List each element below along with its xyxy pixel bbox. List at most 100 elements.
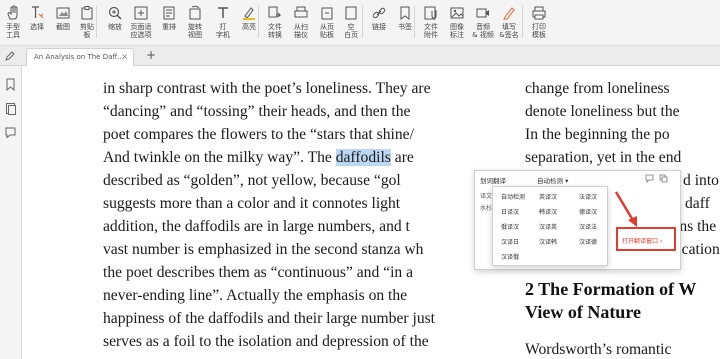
label-translation: 译文 — [480, 193, 493, 200]
text-line: the poet describes them as “continuous” … — [103, 264, 414, 281]
toolbar-separator — [96, 6, 97, 38]
toolbar-button-label: 手型 工具 — [6, 23, 20, 39]
popup-side-labels: 译文 水杉 — [480, 191, 492, 215]
comments-panel-icon[interactable] — [4, 126, 17, 139]
toolbar-button-label: 从扫 描仪 — [294, 23, 308, 39]
toolbar-button-reflow[interactable]: 重排 — [158, 2, 180, 44]
toolbar-button-label: 音频 & 视频 — [472, 23, 494, 39]
toolbar-button-label: 截图 — [56, 23, 70, 31]
text-line: vast number is emphasized in the second … — [103, 241, 424, 258]
pointer-arrow — [614, 191, 637, 227]
section-heading: 2 The Formation of W — [525, 279, 697, 299]
text-line: poet compares the flowers to the “stars … — [103, 126, 414, 143]
tab-document[interactable]: An Analysis on The Daff... × — [26, 48, 134, 66]
bookmark-panel-icon[interactable] — [4, 78, 17, 91]
toolbar-button-label: 打字机 — [216, 23, 230, 39]
toolbar-button-fit-page[interactable]: 页面适 应选项 — [130, 2, 152, 44]
text-line: “dancing” and “tossing” their heads, and… — [103, 103, 411, 120]
toolbar-button-rotate-view[interactable]: 旋转 视图 — [184, 2, 206, 44]
scanner-icon — [294, 6, 308, 18]
from-clipboard-icon — [321, 7, 333, 20]
zoom-icon — [108, 6, 122, 20]
toolbar-button-typewriter[interactable]: 打字机 — [212, 2, 234, 44]
highlight-icon — [243, 7, 255, 20]
toolbar-button-label: 重排 — [162, 23, 176, 31]
left-sidebar — [0, 66, 22, 359]
comment-icon[interactable] — [645, 174, 654, 183]
close-icon[interactable]: × — [121, 52, 128, 61]
toolbar-button-image-annotation[interactable]: 图像 标注 — [446, 2, 468, 44]
language-option[interactable]: 汉译英 — [539, 222, 557, 231]
toolbar-button-hand[interactable]: 手型 工具 — [2, 2, 24, 44]
text-line: d into — [683, 172, 719, 189]
new-tab-button[interactable]: + — [146, 48, 156, 62]
fit-page-icon — [134, 6, 148, 20]
toolbar-button-blank-page[interactable]: 空白页 — [340, 2, 362, 44]
toolbar-button-zoom[interactable]: 缩放 — [104, 2, 126, 44]
toolbar-button-label: 打印 模板 — [532, 23, 546, 39]
text-line: addition, the daffodils are in large num… — [103, 218, 410, 235]
language-option[interactable]: 韩译汉 — [539, 207, 557, 216]
language-option[interactable]: 法译汉 — [579, 192, 597, 201]
text-line: And twinkle on the milky way”. The daffo… — [103, 149, 414, 167]
text-line: never-ending line”. Actually the emphasi… — [103, 287, 408, 304]
toolbar-separator — [522, 6, 523, 38]
popup-title: 划词翻译 — [480, 177, 506, 185]
toolbar-button-fill-sign[interactable]: 填写 &签名 — [498, 2, 520, 44]
text-line: Wordsworth’s romantic — [525, 341, 672, 358]
language-option[interactable]: 汉译俄 — [501, 252, 519, 261]
chevron-right-icon: › — [659, 238, 663, 245]
toolbar-button-screenshot[interactable]: 截图 — [52, 2, 74, 44]
toolbar-button-label: 页面适 应选项 — [130, 23, 152, 39]
screenshot-icon — [56, 7, 70, 19]
text-line: ins the — [675, 218, 717, 235]
pen-icon[interactable] — [5, 51, 15, 61]
toolbar-button-label: 文件 转换 — [268, 23, 282, 39]
tab-title: An Analysis on The Daff... — [34, 53, 124, 61]
copy-icon[interactable] — [659, 174, 668, 183]
bookmark-icon — [400, 6, 410, 20]
toolbar-button-label: 高亮 — [242, 23, 256, 31]
text-line: daff — [685, 195, 710, 212]
toolbar-button-highlight[interactable]: 高亮 — [238, 2, 260, 44]
toolbar-button-text-select[interactable]: 选择 — [26, 2, 48, 44]
toolbar-button-label: 书签 — [398, 23, 412, 31]
language-option[interactable]: 汉译日 — [501, 237, 519, 246]
toolbar-button-label: 文件 附件 — [424, 23, 438, 39]
text-span: are — [390, 149, 414, 166]
mode-select[interactable]: 自动检测 ▾ — [537, 175, 568, 185]
text-line: happiness of the daffodils and their lar… — [103, 310, 436, 327]
text-line: serves as a foil to the isolation and de… — [103, 333, 429, 350]
chevron-down-icon: ▾ — [565, 177, 569, 185]
toolbar-separator — [414, 6, 415, 38]
tab-bar: An Analysis on The Daff... × — [0, 46, 720, 66]
hand-icon — [7, 5, 18, 20]
toolbar-button-label: 选择 — [30, 23, 44, 31]
text-line: separation, yet in the end — [525, 149, 682, 166]
language-option[interactable]: 自动检测 — [501, 192, 525, 201]
language-option[interactable]: 日译汉 — [501, 207, 519, 216]
toolbar-button-attachment[interactable]: 文件 附件 — [420, 2, 442, 44]
language-option[interactable]: 汉译法 — [579, 222, 597, 231]
toolbar-button-link[interactable]: 链接 — [368, 2, 390, 44]
toolbar-button-clipboard[interactable]: 剪贴板 — [76, 2, 98, 44]
language-option[interactable]: 德译汉 — [579, 207, 597, 216]
reflow-icon — [163, 6, 175, 20]
toolbar-button-file-convert[interactable]: 文件 转换 — [264, 2, 286, 44]
language-option[interactable]: 英译汉 — [539, 192, 557, 201]
language-option[interactable]: 汉译韩 — [539, 237, 557, 246]
pages-panel-icon[interactable] — [4, 102, 17, 115]
clipboard-icon — [81, 6, 93, 20]
language-option[interactable]: 汉译德 — [579, 237, 597, 246]
link-icon — [372, 7, 386, 19]
language-option[interactable]: 俄译汉 — [501, 222, 519, 231]
toolbar-button-print-template[interactable]: 打印 模板 — [528, 2, 550, 44]
mode-label: 自动检测 — [537, 177, 563, 185]
highlighted-word[interactable]: daffodils — [335, 149, 391, 166]
open-translation-window-button[interactable]: 打开翻译窗口 › — [616, 227, 676, 251]
toolbar-button-audio-video[interactable]: 音频 & 视频 — [472, 2, 494, 44]
toolbar-separator — [258, 6, 259, 38]
toolbar-button-scanner[interactable]: 从扫 描仪 — [290, 2, 312, 44]
toolbar-button-from-clipboard[interactable]: 从页 贴板 — [316, 2, 338, 44]
toolbar-button-bookmark[interactable]: 书签 — [394, 2, 416, 44]
